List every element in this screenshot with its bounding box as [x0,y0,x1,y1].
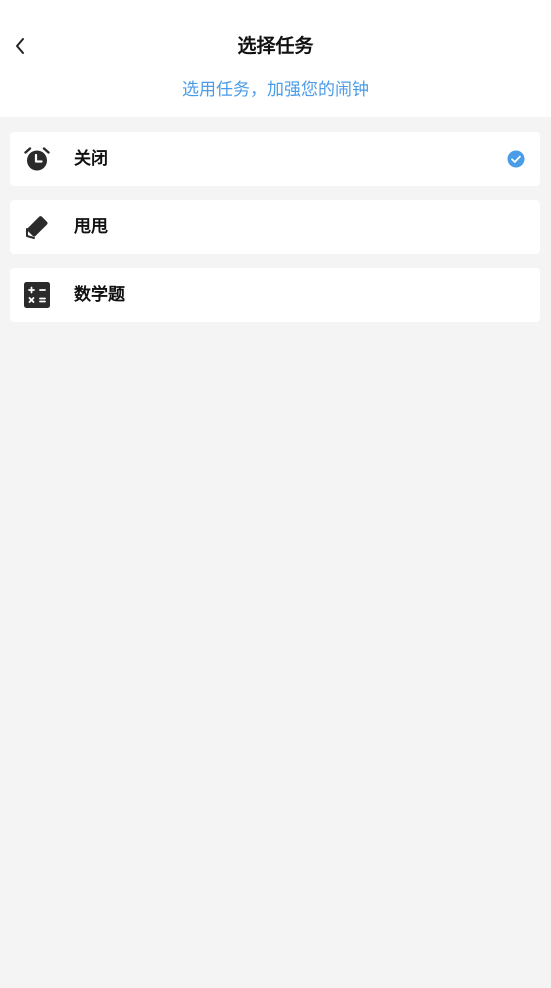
task-label: 关闭 [74,149,108,169]
task-label: 数学题 [74,285,125,305]
header: 选择任务 选用任务，加强您的闹钟 [0,0,551,117]
page-subtitle: 选用任务，加强您的闹钟 [182,80,369,100]
shake-phone-icon [26,216,48,239]
calculator-icon [24,282,50,308]
task-item-math[interactable]: 数学题 [10,268,540,322]
check-circle-icon [507,150,525,168]
task-item-shake[interactable]: 甩甩 [10,200,540,254]
alarm-clock-icon [24,147,50,171]
task-list: 关闭 甩甩 数学题 [10,132,540,336]
task-label: 甩甩 [74,217,108,237]
page-title: 选择任务 [237,35,314,57]
task-item-close[interactable]: 关闭 [10,132,540,186]
